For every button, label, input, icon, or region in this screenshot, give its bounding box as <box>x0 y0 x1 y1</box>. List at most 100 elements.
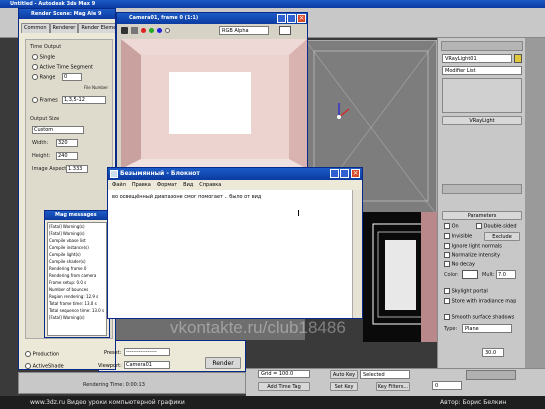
command-panel-scrollbar[interactable] <box>525 38 545 368</box>
notepad-text-area[interactable]: во освещённый диапазоне смог помогает ..… <box>110 192 350 316</box>
green-channel-icon[interactable] <box>149 28 154 33</box>
mult-label: Mult: <box>482 272 495 278</box>
viewport-dropdown[interactable]: Camera01 <box>124 361 170 369</box>
param-ignore-normals[interactable]: Ignore light normals <box>444 243 502 250</box>
blue-channel-icon[interactable] <box>157 28 162 33</box>
skylight-label: Skylight portal <box>451 288 488 295</box>
command-panel: VRayLight01 Modifier List VRayLight Para… <box>437 38 525 368</box>
save-icon[interactable] <box>121 27 128 34</box>
key-filters-button[interactable]: Key Filters... <box>376 382 410 391</box>
notepad-app-icon <box>110 170 118 178</box>
object-name-field[interactable]: VRayLight01 <box>442 54 512 63</box>
size-input[interactable]: 30.0 <box>482 348 504 357</box>
active-time-radio[interactable] <box>32 64 38 70</box>
alpha-channel-icon[interactable] <box>165 28 170 33</box>
add-time-tag-button[interactable]: Add Time Tag <box>258 382 310 391</box>
message-line: Compile light(s) <box>49 252 81 257</box>
menu-view[interactable]: Вид <box>183 182 193 188</box>
type-dropdown[interactable]: Plane <box>462 324 512 333</box>
rendering-time-label: Rendering Time: 0:00:13 <box>83 382 145 388</box>
mult-input[interactable]: 7.0 <box>496 270 516 279</box>
clone-icon[interactable] <box>131 27 138 34</box>
channel-dropdown[interactable]: RGB Alpha <box>219 26 269 35</box>
output-size-dropdown[interactable]: Custom <box>32 126 84 134</box>
store-irradiance-checkbox[interactable] <box>444 298 450 304</box>
time-output-label: Time Output <box>30 44 62 50</box>
set-key-button[interactable]: Set Key <box>330 382 358 391</box>
production-option[interactable]: Production <box>25 351 59 358</box>
menu-edit[interactable]: Правка <box>132 182 151 188</box>
option-active-time[interactable]: Active Time Segment <box>32 64 93 71</box>
ignore-normals-checkbox[interactable] <box>444 243 450 249</box>
on-checkbox[interactable] <box>444 223 450 229</box>
param-on[interactable]: On <box>444 223 459 230</box>
option-frames[interactable]: Frames <box>32 97 58 104</box>
menu-help[interactable]: Справка <box>199 182 221 188</box>
frames-input[interactable]: 1,3,5-12 <box>62 96 106 104</box>
param-no-decay[interactable]: No decay <box>444 261 475 268</box>
range-input[interactable]: 0 <box>62 73 82 81</box>
tab-common[interactable]: Common <box>21 23 50 33</box>
invisible-checkbox[interactable] <box>444 233 450 239</box>
notepad-minimize-button[interactable] <box>330 169 339 178</box>
frame-maximize-button[interactable] <box>287 14 296 23</box>
color-swatch[interactable] <box>462 270 478 279</box>
param-skylight[interactable]: Skylight portal <box>444 288 488 295</box>
command-panel-tabs[interactable] <box>441 41 523 51</box>
activeshade-radio[interactable] <box>25 363 31 369</box>
menu-file[interactable]: Файл <box>112 182 126 188</box>
tab-render-elements[interactable]: Render Elements <box>78 23 115 33</box>
single-radio[interactable] <box>32 54 38 60</box>
color-swatch-icon[interactable] <box>279 26 291 35</box>
menu-format[interactable]: Формат <box>157 182 177 188</box>
rendering-messages-dialog: Mag messages [Fatal] Warning(s) [Fatal] … <box>44 210 110 338</box>
single-label: Single <box>39 54 55 61</box>
notepad-menubar: Файл Правка Формат Вид Справка <box>108 180 362 190</box>
exclude-button[interactable]: Exclude <box>484 232 520 241</box>
frame-minimize-button[interactable] <box>277 14 286 23</box>
param-store-irradiance[interactable]: Store with irradiance map <box>444 298 516 305</box>
frame-close-button[interactable]: × <box>297 14 306 23</box>
double-checkbox[interactable] <box>476 223 482 229</box>
param-double[interactable]: Double-sided <box>476 223 517 230</box>
messages-list[interactable]: [Fatal] Warning(s) [Fatal] Warning(s) Co… <box>47 222 107 336</box>
frames-radio[interactable] <box>32 97 38 103</box>
height-input[interactable]: 240 <box>56 152 78 160</box>
viewport-bottom-right[interactable] <box>363 212 438 342</box>
message-line: Total sequence time: 13.0 s <box>49 308 105 313</box>
normalize-checkbox[interactable] <box>444 252 450 258</box>
width-input[interactable]: 320 <box>56 139 78 147</box>
smooth-surface-checkbox[interactable] <box>444 314 450 320</box>
message-line: [Fatal] Warning(s) <box>49 224 85 229</box>
notepad-maximize-button[interactable] <box>340 169 349 178</box>
auto-key-button[interactable]: Auto Key <box>330 370 358 379</box>
option-single[interactable]: Single <box>32 54 55 61</box>
playback-controls[interactable] <box>466 370 516 380</box>
option-range[interactable]: Range <box>32 74 55 81</box>
parameters-rollout[interactable]: Parameters <box>442 211 522 220</box>
render-button[interactable]: Render <box>205 357 241 369</box>
aspect-input[interactable]: 1.333 <box>66 165 88 173</box>
frame-input[interactable]: 0 <box>432 381 462 390</box>
param-invisible[interactable]: Invisible <box>444 233 472 240</box>
red-channel-icon[interactable] <box>141 28 146 33</box>
video-footer: www.3dz.ru Видео уроки компьютерной граф… <box>0 396 545 409</box>
notepad-close-button[interactable]: × <box>351 169 360 178</box>
stack-tools[interactable] <box>442 184 522 194</box>
selection-dropdown[interactable]: Selected <box>360 370 410 379</box>
skylight-checkbox[interactable] <box>444 288 450 294</box>
preset-dropdown[interactable]: ----------------- <box>124 348 170 356</box>
notepad-scrollbar[interactable] <box>352 190 362 318</box>
no-decay-checkbox[interactable] <box>444 261 450 267</box>
range-radio[interactable] <box>32 74 38 80</box>
param-smooth-surface[interactable]: Smooth surface shadows <box>444 314 514 321</box>
modifier-list-dropdown[interactable]: Modifier List <box>442 66 522 75</box>
param-normalize[interactable]: Normalize intensity <box>444 252 500 259</box>
modifier-stack[interactable] <box>442 78 522 113</box>
object-color-swatch[interactable] <box>514 54 522 63</box>
activeshade-option[interactable]: ActiveShade <box>25 363 64 370</box>
production-radio[interactable] <box>25 351 31 357</box>
tab-renderer[interactable]: Renderer <box>49 23 79 33</box>
max-titlebar: Untitled - Autodesk 3ds Max 9 <box>0 0 545 8</box>
rollout-vraylight[interactable]: VRayLight <box>442 116 522 125</box>
